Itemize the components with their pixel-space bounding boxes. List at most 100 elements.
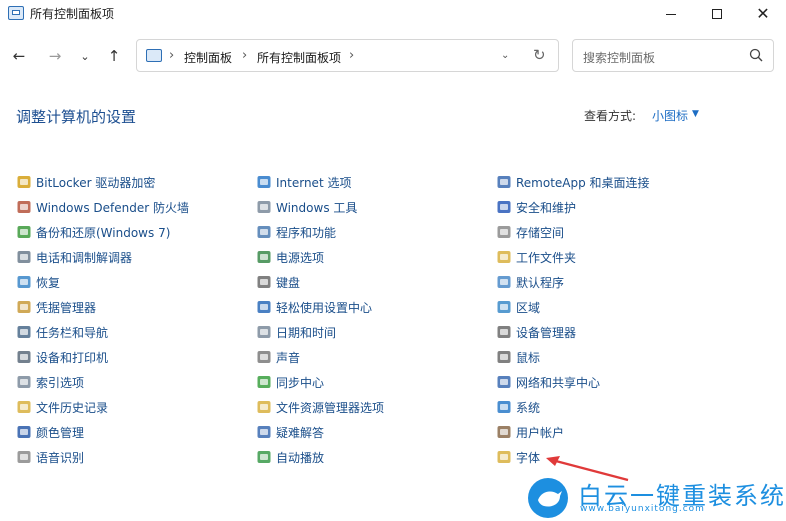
item-label: Internet 选项 [276, 175, 352, 190]
control-panel-item[interactable]: 备份和还原(Windows 7) [16, 223, 170, 241]
view-mode-link[interactable]: 小图标 [652, 107, 688, 124]
internet-options-icon [256, 174, 272, 190]
control-panel-item[interactable]: 默认程序 [496, 273, 564, 291]
control-panel-item[interactable]: Windows 工具 [256, 198, 357, 216]
item-label: 文件历史记录 [36, 400, 109, 415]
item-label: 鼠标 [516, 350, 541, 365]
control-panel-item[interactable]: 区域 [496, 298, 540, 316]
refresh-button[interactable]: ↻ [533, 46, 546, 64]
forward-button[interactable]: → [45, 46, 65, 66]
item-label: 轻松使用设置中心 [276, 300, 373, 315]
control-panel-item[interactable]: 轻松使用设置中心 [256, 298, 372, 316]
control-panel-item[interactable]: 语音识别 [16, 448, 84, 466]
system-icon [496, 399, 512, 415]
ease-of-access-icon [256, 299, 272, 315]
minimize-button[interactable] [648, 0, 694, 28]
item-label: 颜色管理 [36, 425, 85, 440]
navigation-bar: ← → ⌄ ↑ › 控制面板 › 所有控制面板项 › ⌄ ↻ 搜索控制面板 [0, 36, 786, 76]
control-panel-item[interactable]: 文件资源管理器选项 [256, 398, 384, 416]
item-label: 程序和功能 [276, 225, 337, 240]
item-label: 系统 [516, 400, 541, 415]
device-manager-icon [496, 324, 512, 340]
address-bar[interactable]: › 控制面板 › 所有控制面板项 › ⌄ ↻ [136, 39, 559, 72]
item-label: Windows 工具 [276, 200, 358, 215]
item-label: 文件资源管理器选项 [276, 400, 385, 415]
item-label: 备份和还原(Windows 7) [36, 225, 171, 240]
indexing-icon [16, 374, 32, 390]
sync-icon [256, 374, 272, 390]
control-panel-item[interactable]: 文件历史记录 [16, 398, 108, 416]
title-bar: 所有控制面板项 ✕ [0, 0, 786, 28]
mouse-icon [496, 349, 512, 365]
control-panel-item[interactable]: 键盘 [256, 273, 300, 291]
control-panel-item[interactable]: 设备和打印机 [16, 348, 108, 366]
control-panel-item[interactable]: 自动播放 [256, 448, 324, 466]
bitlocker-icon [16, 174, 32, 190]
control-panel-item[interactable]: 程序和功能 [256, 223, 336, 241]
watermark-url: www.baiyunxitong.com [580, 504, 705, 514]
network-icon [496, 374, 512, 390]
item-label: 设备管理器 [516, 325, 577, 340]
taskbar-icon [16, 324, 32, 340]
view-by-label: 查看方式: [584, 109, 637, 123]
item-label: 字体 [516, 450, 541, 465]
back-button[interactable]: ← [9, 46, 29, 66]
control-panel-item[interactable]: 声音 [256, 348, 300, 366]
control-panel-item[interactable]: 存储空间 [496, 223, 564, 241]
control-panel-item[interactable]: 用户帐户 [496, 423, 564, 441]
recent-locations-button[interactable]: ⌄ [75, 46, 95, 66]
item-label: 任务栏和导航 [36, 325, 109, 340]
credential-icon [16, 299, 32, 315]
item-label: 语音识别 [36, 450, 85, 465]
control-panel-item[interactable]: 恢复 [16, 273, 60, 291]
control-panel-item[interactable]: 日期和时间 [256, 323, 336, 341]
breadcrumb-all-items[interactable]: 所有控制面板项 [257, 49, 341, 66]
item-label: 疑难解答 [276, 425, 325, 440]
control-panel-item[interactable]: 电话和调制解调器 [16, 248, 132, 266]
control-panel-item[interactable]: 电源选项 [256, 248, 324, 266]
control-panel-item[interactable]: 索引选项 [16, 373, 84, 391]
breadcrumb-separator[interactable]: › [349, 48, 354, 63]
control-panel-item[interactable]: 系统 [496, 398, 540, 416]
close-button[interactable]: ✕ [740, 0, 786, 28]
color-management-icon [16, 424, 32, 440]
control-panel-item[interactable]: 颜色管理 [16, 423, 84, 441]
search-icon [749, 48, 763, 62]
maximize-icon [712, 9, 722, 19]
control-panel-item[interactable]: 鼠标 [496, 348, 540, 366]
item-label: 用户帐户 [516, 425, 565, 440]
phone-modem-icon [16, 249, 32, 265]
storage-icon [496, 224, 512, 240]
control-panel-item[interactable]: Internet 选项 [256, 173, 351, 191]
item-label: 键盘 [276, 275, 301, 290]
search-input[interactable]: 搜索控制面板 [572, 39, 774, 72]
breadcrumb-separator[interactable]: › [169, 48, 174, 63]
control-panel-item[interactable]: 字体 [496, 448, 540, 466]
control-panel-item[interactable]: 同步中心 [256, 373, 324, 391]
maximize-button[interactable] [694, 0, 740, 28]
file-history-icon [16, 399, 32, 415]
control-panel-item[interactable]: 凭据管理器 [16, 298, 96, 316]
item-label: 区域 [516, 300, 541, 315]
control-panel-item[interactable]: 任务栏和导航 [16, 323, 108, 341]
breadcrumb-separator[interactable]: › [242, 48, 247, 63]
control-panel-item[interactable]: 设备管理器 [496, 323, 576, 341]
item-label: 凭据管理器 [36, 300, 97, 315]
minimize-icon [666, 13, 676, 15]
up-button[interactable]: ↑ [104, 46, 124, 66]
chevron-down-icon[interactable]: ▼ [692, 109, 699, 119]
item-label: 声音 [276, 350, 301, 365]
watermark-bird-logo [528, 478, 568, 518]
control-panel-item[interactable]: 工作文件夹 [496, 248, 576, 266]
item-label: 安全和维护 [516, 200, 577, 215]
control-panel-item[interactable]: 安全和维护 [496, 198, 576, 216]
folder-options-icon [256, 399, 272, 415]
control-panel-item[interactable]: BitLocker 驱动器加密 [16, 173, 155, 191]
control-panel-item[interactable]: RemoteApp 和桌面连接 [496, 173, 650, 191]
control-panel-item[interactable]: 疑难解答 [256, 423, 324, 441]
control-panel-item[interactable]: 网络和共享中心 [496, 373, 600, 391]
breadcrumb-control-panel[interactable]: 控制面板 [184, 49, 232, 66]
close-icon: ✕ [756, 4, 770, 23]
control-panel-item[interactable]: Windows Defender 防火墙 [16, 198, 189, 216]
address-dropdown-button[interactable]: ⌄ [501, 50, 509, 61]
